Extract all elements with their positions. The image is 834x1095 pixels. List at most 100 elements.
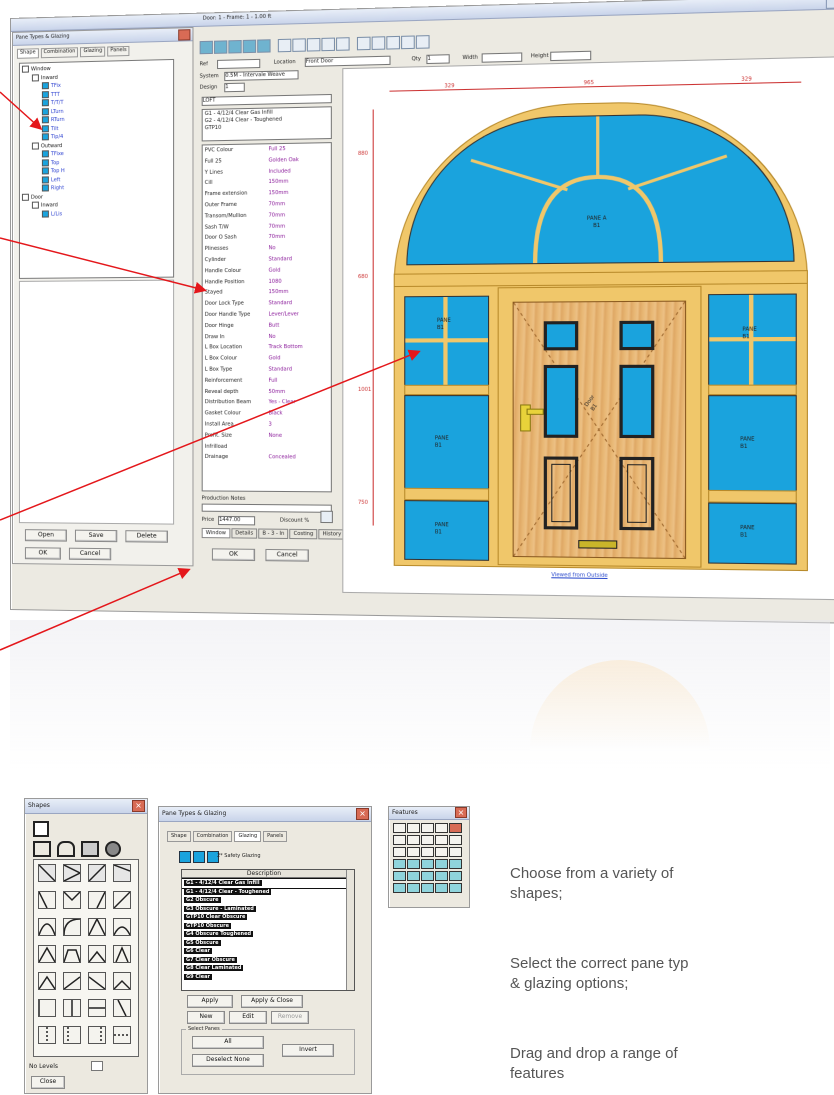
pane-d-feature-icon[interactable] bbox=[435, 871, 448, 881]
tri-both-shape-icon[interactable] bbox=[63, 891, 81, 909]
glazing-row[interactable]: G4 Obscure Toughened bbox=[182, 930, 346, 939]
cill4-feature-icon[interactable] bbox=[449, 859, 462, 869]
gable-1-shape-icon[interactable] bbox=[38, 972, 56, 990]
rect-diag-shape-icon[interactable] bbox=[38, 864, 56, 882]
dash-feature-icon[interactable] bbox=[393, 823, 406, 833]
rect-split-shape-icon[interactable] bbox=[63, 999, 81, 1017]
glazing-row[interactable]: G7 Clear Obscure bbox=[182, 956, 346, 965]
invert-button[interactable]: Invert bbox=[282, 1044, 334, 1057]
bar5-feature-icon[interactable] bbox=[449, 835, 462, 845]
apply-close-button[interactable]: Apply & Close bbox=[241, 995, 303, 1008]
lock-feature-icon[interactable] bbox=[421, 823, 434, 833]
handle-feature-icon[interactable] bbox=[435, 823, 448, 833]
gable-2-shape-icon[interactable] bbox=[63, 972, 81, 990]
tab-combination[interactable]: Combination bbox=[193, 831, 233, 842]
glazing-row[interactable]: G8 Clear Laminated bbox=[182, 964, 346, 973]
rect-slope-shape-icon[interactable] bbox=[113, 864, 131, 882]
deselect-none-button[interactable]: Deselect None bbox=[192, 1054, 264, 1067]
caption-features: Drag and drop a range of features bbox=[510, 1044, 678, 1084]
rect-dash-shape-icon[interactable] bbox=[88, 999, 106, 1017]
pane-i-feature-icon[interactable] bbox=[435, 883, 448, 893]
tri-right-shape-icon[interactable] bbox=[88, 891, 106, 909]
pane-b-feature-icon[interactable] bbox=[407, 871, 420, 881]
trickle-vent-feature-icon[interactable] bbox=[393, 859, 406, 869]
new-button[interactable]: New bbox=[187, 1011, 225, 1024]
arch-oval-shape-icon[interactable] bbox=[113, 918, 131, 936]
bar3-feature-icon[interactable] bbox=[421, 835, 434, 845]
shapes-close-button[interactable]: Close bbox=[31, 1076, 65, 1089]
close-feature-icon[interactable] bbox=[449, 823, 462, 833]
edit-button[interactable]: Edit bbox=[229, 1011, 267, 1024]
rect-angle-shape-icon[interactable] bbox=[113, 891, 131, 909]
gable-3-shape-icon[interactable] bbox=[88, 972, 106, 990]
arch-peak3-shape-icon[interactable] bbox=[88, 945, 106, 963]
bar2-feature-icon[interactable] bbox=[407, 835, 420, 845]
glazing-double-icon[interactable] bbox=[193, 851, 205, 863]
pane-a-feature-icon[interactable] bbox=[393, 871, 406, 881]
glazing-row[interactable]: G1 - 4/12/4 Clear - Toughened bbox=[182, 888, 346, 897]
close-icon[interactable]: × bbox=[132, 800, 145, 812]
tri-left-shape-icon[interactable] bbox=[38, 891, 56, 909]
circle-shape-icon[interactable] bbox=[105, 841, 121, 857]
window-shape-icon[interactable] bbox=[81, 841, 99, 857]
gap-feature-icon[interactable] bbox=[435, 847, 448, 857]
rect-trap-shape-icon[interactable] bbox=[88, 864, 106, 882]
cill-feature-icon[interactable] bbox=[407, 859, 420, 869]
features-window: Features × bbox=[388, 806, 470, 908]
close-icon[interactable]: × bbox=[455, 807, 467, 818]
vbar-feature-icon[interactable] bbox=[393, 847, 406, 857]
vbar3-feature-icon[interactable] bbox=[421, 847, 434, 857]
glazing-row-label: G1 - 4/12/4 Clear Gas Infill bbox=[184, 880, 262, 886]
square-shape-icon[interactable] bbox=[33, 841, 51, 857]
glazing-row[interactable]: G9 Clear bbox=[182, 973, 346, 982]
arch-peak-shape-icon[interactable] bbox=[38, 945, 56, 963]
arch-peak4-shape-icon[interactable] bbox=[113, 945, 131, 963]
dash-c-shape-icon[interactable] bbox=[88, 1026, 106, 1044]
pane-g-feature-icon[interactable] bbox=[407, 883, 420, 893]
arch-shape-icon[interactable] bbox=[57, 841, 75, 857]
pane-j-feature-icon[interactable] bbox=[449, 883, 462, 893]
gable-4-shape-icon[interactable] bbox=[113, 972, 131, 990]
remove-button[interactable]: Remove bbox=[271, 1011, 309, 1024]
no-levels-input[interactable] bbox=[91, 1061, 103, 1071]
glazing-row[interactable]: G6 Clear bbox=[182, 947, 346, 956]
glazing-row[interactable]: GTP10 Obscure bbox=[182, 922, 346, 931]
dash-b-shape-icon[interactable] bbox=[63, 1026, 81, 1044]
glazing-single-icon[interactable] bbox=[179, 851, 191, 863]
dash-a-shape-icon[interactable] bbox=[38, 1026, 56, 1044]
glazing-row[interactable]: G3 Obscure - Laminated bbox=[182, 905, 346, 914]
rect-plain-shape-icon[interactable] bbox=[38, 999, 56, 1017]
pane-c-feature-icon[interactable] bbox=[421, 871, 434, 881]
rect-dash2-shape-icon[interactable] bbox=[113, 999, 131, 1017]
vbar2-feature-icon[interactable] bbox=[407, 847, 420, 857]
single-pane-icon[interactable] bbox=[33, 821, 49, 837]
apply-button[interactable]: Apply bbox=[187, 995, 233, 1008]
tab-glazing[interactable]: Glazing bbox=[234, 831, 261, 842]
line-feature-icon[interactable] bbox=[407, 823, 420, 833]
tab-shape[interactable]: Shape bbox=[167, 831, 191, 842]
cill3-feature-icon[interactable] bbox=[435, 859, 448, 869]
tab-panels[interactable]: Panels bbox=[263, 831, 287, 842]
close-icon[interactable]: × bbox=[356, 808, 369, 820]
arch-gothic-shape-icon[interactable] bbox=[88, 918, 106, 936]
glazing-list-scrollbar[interactable] bbox=[346, 870, 354, 990]
select-all-button[interactable]: All bbox=[192, 1036, 264, 1049]
glazing-row[interactable]: G5 Obscure bbox=[182, 939, 346, 948]
arch-round-shape-icon[interactable] bbox=[38, 918, 56, 936]
rect-tri-shape-icon[interactable] bbox=[63, 864, 81, 882]
glazing-row[interactable]: G2 Obscure bbox=[182, 896, 346, 905]
glazing-list[interactable]: Description G1 - 4/12/4 Clear Gas Infill… bbox=[181, 869, 355, 991]
arch-peak2-shape-icon[interactable] bbox=[63, 945, 81, 963]
glazing-row[interactable]: GTP10 Clear Obscure bbox=[182, 913, 346, 922]
bar-feature-icon[interactable] bbox=[393, 835, 406, 845]
cill2-feature-icon[interactable] bbox=[421, 859, 434, 869]
glazing-row[interactable]: G1 - 4/12/4 Clear Gas Infill bbox=[182, 879, 346, 888]
pane-h-feature-icon[interactable] bbox=[421, 883, 434, 893]
bar4-feature-icon[interactable] bbox=[435, 835, 448, 845]
pane-e-feature-icon[interactable] bbox=[449, 871, 462, 881]
pane-f-feature-icon[interactable] bbox=[393, 883, 406, 893]
dash-d-shape-icon[interactable] bbox=[113, 1026, 131, 1044]
safety-glazing-label[interactable]: 2* Safety Glazing bbox=[217, 853, 261, 860]
arch-half-shape-icon[interactable] bbox=[63, 918, 81, 936]
gap2-feature-icon[interactable] bbox=[449, 847, 462, 857]
